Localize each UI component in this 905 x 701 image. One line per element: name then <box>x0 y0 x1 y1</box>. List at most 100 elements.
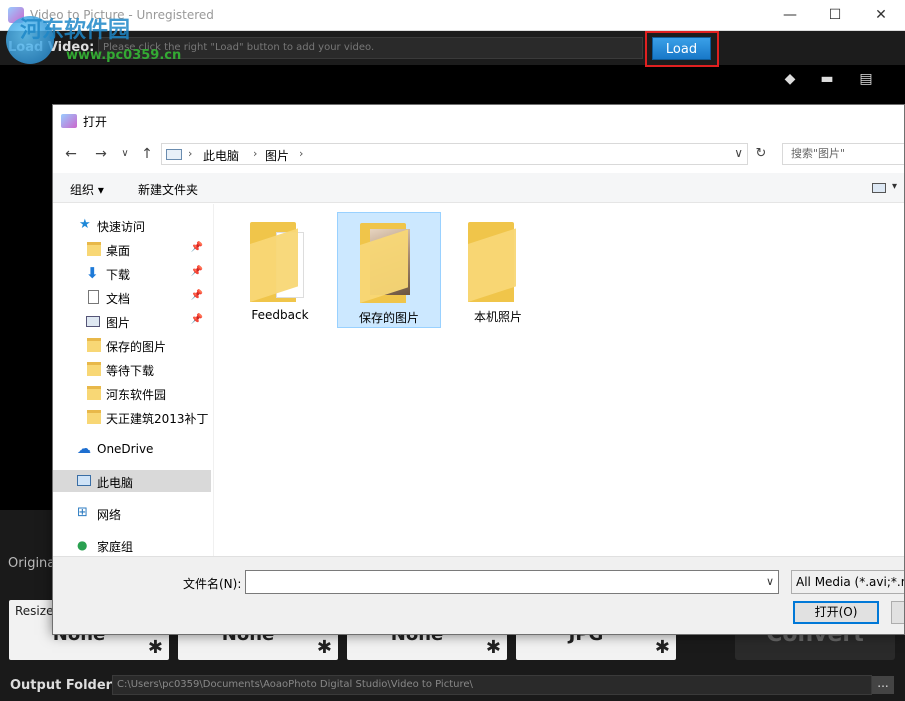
document-icon <box>88 290 99 304</box>
browse-output-button[interactable]: ... <box>872 676 894 694</box>
folder-icon <box>250 222 310 302</box>
folder-icon <box>468 222 528 302</box>
refresh-icon[interactable]: ↻ <box>750 143 772 165</box>
register-icon[interactable]: ▤ <box>856 69 876 89</box>
dialog-titlebar: 打开 <box>53 105 904 137</box>
back-arrow-icon[interactable]: ← <box>61 144 81 164</box>
nav-item-desktop[interactable]: 桌面 📌 <box>53 238 211 260</box>
cloud-icon: ☁ <box>77 441 91 457</box>
breadcrumb-separator: › <box>253 147 258 160</box>
view-options-icon[interactable]: ▾ <box>872 181 900 195</box>
chevron-down-icon[interactable]: ∨ <box>766 575 774 588</box>
dialog-bottom-area: 文件名(N): ∨ All Media (*.avi;*.m 打开(O) <box>53 556 904 634</box>
nav-label: 家庭组 <box>97 540 134 554</box>
gear-icon[interactable]: ✱ <box>655 637 670 658</box>
recent-locations-chevron-icon[interactable]: ∨ <box>115 144 135 164</box>
forward-arrow-icon[interactable]: → <box>91 144 111 164</box>
nav-label: 等待下载 <box>106 364 155 378</box>
nav-item-folder[interactable]: 保存的图片 <box>53 334 211 356</box>
breadcrumb-separator: › <box>299 147 304 160</box>
nav-item-downloads[interactable]: ⬇ 下载 📌 <box>53 262 211 284</box>
nav-label: 此电脑 <box>97 476 134 490</box>
nav-label: 快速访问 <box>97 220 146 234</box>
pin-icon: 📌 <box>190 290 203 301</box>
pictures-icon <box>86 316 100 327</box>
organize-menu[interactable]: 组织 ▾ <box>70 181 104 198</box>
breadcrumb-pictures[interactable]: 图片 <box>265 147 289 164</box>
original-label: Origina <box>8 556 56 571</box>
nav-label: 保存的图片 <box>106 340 167 354</box>
folder-name: Feedback <box>251 308 309 322</box>
nav-this-pc[interactable]: 此电脑 <box>53 470 211 492</box>
dialog-app-icon <box>61 114 77 128</box>
folder-tile-saved-pictures[interactable]: 保存的图片 <box>337 212 441 328</box>
gear-icon[interactable]: ✱ <box>148 637 163 658</box>
nav-label: 河东软件园 <box>106 388 167 402</box>
photo-folder-icon <box>360 223 420 303</box>
chevron-down-icon[interactable]: ∨ <box>734 146 743 160</box>
nav-label: 天正建筑2013补丁 <box>106 412 209 426</box>
nav-label: 网络 <box>97 508 122 522</box>
output-folder-label: Output Folder: <box>10 678 118 693</box>
up-arrow-icon[interactable]: ↑ <box>137 144 157 164</box>
file-type-filter[interactable]: All Media (*.avi;*.m <box>791 570 904 594</box>
pin-icon: 📌 <box>190 266 203 277</box>
nav-quick-access[interactable]: ★ 快速访问 <box>53 214 211 236</box>
nav-label: 图片 <box>106 316 131 330</box>
download-arrow-icon: ⬇ <box>86 264 99 282</box>
new-folder-button[interactable]: 新建文件夹 <box>138 181 198 198</box>
pc-icon <box>166 149 182 160</box>
output-folder-field[interactable]: C:\Users\pc0359\Documents\AoaoPhoto Digi… <box>112 675 872 695</box>
folder-tile-camera-roll[interactable]: 本机照片 <box>446 212 550 328</box>
feedback-icon[interactable]: ▬ <box>817 69 837 89</box>
nav-onedrive[interactable]: ☁ OneDrive <box>53 438 211 460</box>
cancel-button[interactable] <box>891 601 904 624</box>
pin-icon: 📌 <box>190 242 203 253</box>
close-button[interactable]: ✕ <box>858 0 904 31</box>
watermark-text: 河东软件园 <box>20 17 131 43</box>
dialog-navbar: ← → ∨ ↑ › 此电脑 › 图片 › ∨ ↻ 搜索"图片" <box>53 141 904 167</box>
nav-item-folder[interactable]: 河东软件园 <box>53 382 211 404</box>
file-list: Feedback 保存的图片 本机照片 <box>214 204 904 556</box>
resize-label: Resize <box>15 604 54 618</box>
folder-icon <box>87 338 101 352</box>
tag-icon[interactable]: ◆ <box>780 69 800 89</box>
computer-icon <box>77 475 91 486</box>
nav-item-folder[interactable]: 等待下载 <box>53 358 211 380</box>
breadcrumb-this-pc[interactable]: 此电脑 <box>203 147 239 164</box>
nav-label: 文档 <box>106 292 131 306</box>
open-button[interactable]: 打开(O) <box>793 601 879 624</box>
breadcrumb-separator: › <box>188 147 193 160</box>
open-file-dialog: 打开 ← → ∨ ↑ › 此电脑 › 图片 › ∨ ↻ 搜索"图片" 组织 ▾ … <box>52 104 905 635</box>
maximize-button[interactable]: ☐ <box>812 0 858 31</box>
folder-name: 本机照片 <box>473 310 522 324</box>
nav-label: 桌面 <box>106 244 131 258</box>
nav-homegroup[interactable]: ● 家庭组 <box>53 534 211 556</box>
address-bar[interactable]: › 此电脑 › 图片 › ∨ <box>161 143 748 165</box>
folder-icon <box>87 362 101 376</box>
filename-label: 文件名(N): <box>183 577 242 591</box>
nav-item-documents[interactable]: 文档 📌 <box>53 286 211 308</box>
pin-icon: 📌 <box>190 314 203 325</box>
network-icon: ⊞ <box>77 505 88 520</box>
desktop-folder-icon <box>87 242 101 256</box>
gear-icon[interactable]: ✱ <box>317 637 332 658</box>
folder-name: 保存的图片 <box>358 311 419 325</box>
filename-input[interactable]: ∨ <box>245 570 779 594</box>
nav-item-folder[interactable]: 天正建筑2013补丁 <box>53 406 211 428</box>
nav-label: OneDrive <box>97 442 154 456</box>
search-input[interactable]: 搜索"图片" <box>782 143 904 165</box>
folder-tile-feedback[interactable]: Feedback <box>228 212 332 328</box>
dialog-command-bar: 组织 ▾ 新建文件夹 ▾ <box>53 173 904 203</box>
folder-icon <box>87 410 101 424</box>
homegroup-icon: ● <box>77 538 88 552</box>
gear-icon[interactable]: ✱ <box>486 637 501 658</box>
load-button[interactable]: Load <box>652 37 711 60</box>
dialog-title: 打开 <box>83 115 108 129</box>
nav-item-pictures[interactable]: 图片 📌 <box>53 310 211 332</box>
minimize-button[interactable]: — <box>767 0 813 31</box>
nav-label: 下载 <box>106 268 131 282</box>
nav-network[interactable]: ⊞ 网络 <box>53 502 211 524</box>
navigation-pane: ★ 快速访问 桌面 📌 ⬇ 下载 📌 文档 📌 图片 📌 保存的图片 等待下载 … <box>53 204 213 556</box>
watermark-url: www.pc0359.cn <box>66 48 182 63</box>
